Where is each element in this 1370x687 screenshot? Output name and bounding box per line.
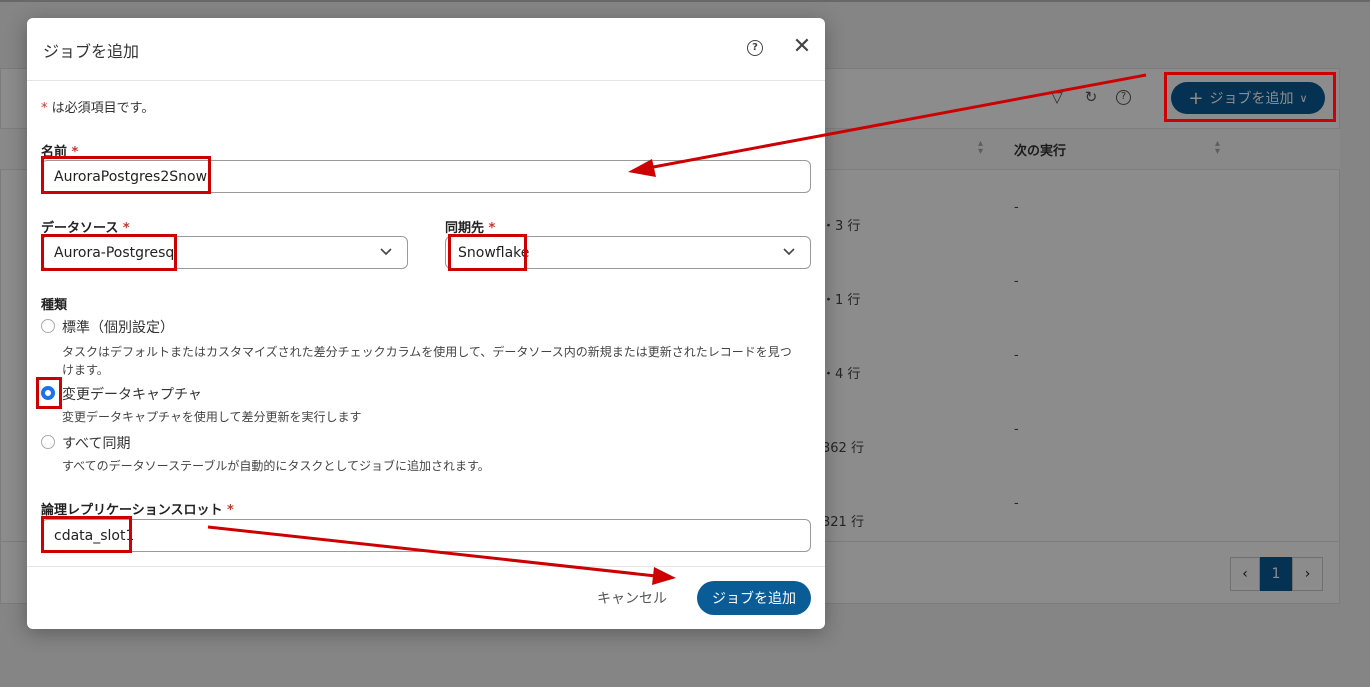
dialog-title: ジョブを追加 — [43, 42, 140, 61]
radio-standard[interactable] — [41, 319, 55, 333]
help-icon[interactable]: ? — [747, 40, 763, 56]
dialog-header: ジョブを追加 ? ✕ — [27, 18, 825, 81]
chevron-down-icon — [783, 248, 795, 256]
required-mark: * — [227, 503, 234, 518]
close-icon[interactable]: ✕ — [791, 36, 813, 58]
dialog-footer-divider — [27, 566, 825, 567]
radio-standard-desc-line1: タスクはデフォルトまたはカスタマイズされた差分チェックカラムを使用して、データソ… — [62, 345, 792, 359]
highlight-cdc-radio — [36, 377, 62, 409]
slot-input[interactable]: cdata_slot1 — [41, 519, 811, 552]
required-mark: * — [41, 101, 48, 116]
radio-sync-all[interactable] — [41, 435, 55, 449]
highlight-slot — [41, 516, 132, 553]
radio-cdc-label[interactable]: 変更データキャプチャ — [62, 384, 202, 404]
type-label: 種類 — [41, 298, 68, 313]
radio-cdc-desc: 変更データキャプチャを使用して差分更新を実行します — [62, 410, 362, 424]
add-job-submit-button[interactable]: ジョブを追加 — [697, 581, 811, 615]
required-note: * は必須項目です。 — [41, 97, 154, 116]
highlight-name — [41, 156, 211, 194]
cancel-button[interactable]: キャンセル — [597, 588, 667, 608]
radio-standard-label[interactable]: 標準（個別設定） — [62, 317, 174, 337]
add-job-dialog: ジョブを追加 ? ✕ * は必須項目です。 名前 * AuroraPostgre… — [27, 18, 825, 629]
radio-standard-desc-line2: けます。 — [62, 363, 109, 377]
required-note-text: は必須項目です。 — [51, 101, 155, 116]
highlight-destination — [448, 234, 527, 271]
radio-sync-all-desc: すべてのデータソーステーブルが自動的にタスクとしてジョブに追加されます。 — [62, 459, 490, 473]
highlight-add-job-button — [1164, 72, 1336, 122]
radio-standard-desc: タスクはデフォルトまたはカスタマイズされた差分チェックカラムを使用して、データソ… — [62, 343, 817, 379]
highlight-datasource — [41, 234, 177, 271]
radio-sync-all-label[interactable]: すべて同期 — [62, 433, 130, 453]
chevron-down-icon — [380, 248, 392, 256]
